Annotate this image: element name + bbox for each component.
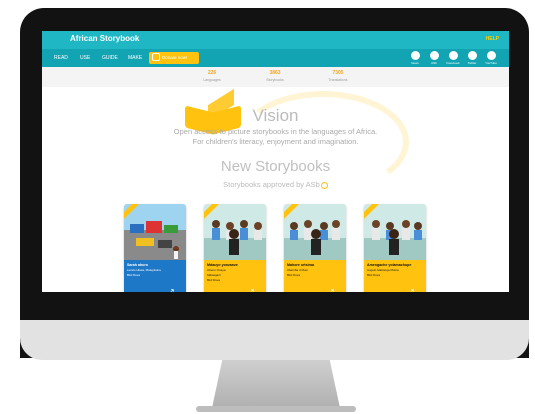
card-title: Mdauyo yonzanze bbox=[207, 263, 238, 267]
storybook-card[interactable]: Amengache yolamachupe Angelo Mabanga Mui… bbox=[364, 204, 426, 292]
card-author: Angelo Mabanga Muina bbox=[367, 268, 399, 272]
stat-label: Storybooks bbox=[266, 78, 284, 82]
subtitle-text: Storybooks approved by ASb bbox=[223, 180, 320, 189]
new-storybooks-heading: New Storybooks bbox=[220, 158, 331, 175]
read-icon[interactable]: ↗ bbox=[168, 287, 181, 292]
card-info: Sarah ahuro Lerato Hlasa, Mulepitsina Bi… bbox=[124, 260, 186, 292]
vision-heading: Vision bbox=[252, 106, 299, 125]
read-icon[interactable]: ↗ bbox=[328, 287, 341, 292]
nav-guide[interactable]: GUIDE bbox=[102, 55, 118, 61]
card-info: Amengache yolamachupe Angelo Mabanga Mui… bbox=[364, 260, 426, 292]
card-illustrator: Mdawgazi bbox=[207, 273, 221, 278]
news-icon bbox=[410, 51, 420, 60]
nav-read[interactable]: READ bbox=[54, 55, 68, 61]
monitor-chin bbox=[20, 320, 529, 360]
storybook-cover-illustration bbox=[204, 204, 266, 260]
stat-languages: 226 Languages bbox=[182, 70, 242, 82]
asb-link[interactable]: ASb bbox=[427, 51, 441, 65]
stat-label: Translations bbox=[328, 78, 348, 82]
stat-value: 3863 bbox=[269, 70, 281, 76]
donate-button[interactable]: Donate now! bbox=[149, 52, 199, 64]
read-icon[interactable]: ↗ bbox=[408, 287, 421, 292]
gift-icon bbox=[152, 53, 160, 61]
storybook-card[interactable]: Mahore ortsiroa Olamiba 4 Mum Bird Dues … bbox=[284, 204, 346, 292]
storybook-card[interactable]: Mdauyo yonzanze Otieno Onaya Mdawgazi Bi… bbox=[204, 204, 266, 292]
youtube-icon bbox=[486, 51, 496, 60]
nav-use[interactable]: USE bbox=[80, 55, 90, 61]
help-link[interactable]: HELP bbox=[486, 36, 499, 42]
card-author: Otieno Onaya bbox=[207, 268, 226, 272]
stat-storybooks: 3863 Storybooks bbox=[245, 70, 305, 82]
vision-line-1: Open access to picture storybooks in the… bbox=[173, 127, 378, 136]
card-publisher: Bird Dues bbox=[127, 273, 141, 278]
card-publisher: Bird Dues bbox=[287, 273, 301, 278]
site-header: African Storybook HELP bbox=[42, 31, 509, 49]
new-storybooks-subtitle: Storybooks approved by ASb bbox=[42, 180, 509, 189]
asb-logo-icon bbox=[320, 181, 328, 189]
storybook-cover-illustration bbox=[364, 204, 426, 260]
donate-label: Donate now! bbox=[162, 55, 188, 60]
card-publisher: Bird Dues bbox=[367, 273, 381, 278]
nav-make[interactable]: MAKE bbox=[128, 55, 142, 61]
card-info: Mdauyo yonzanze Otieno Onaya Mdawgazi Bi… bbox=[204, 260, 266, 292]
read-icon[interactable]: ↗ bbox=[248, 287, 261, 292]
news-label: News bbox=[411, 61, 419, 65]
card-author: Lerato Hlasa, Mulepitsina bbox=[127, 268, 161, 272]
stats-bar: 226 Languages 3863 Storybooks 7305 Trans… bbox=[42, 67, 509, 87]
asb-icon bbox=[429, 51, 439, 60]
news-link[interactable]: News bbox=[408, 51, 422, 65]
stat-value: 7305 bbox=[332, 70, 344, 76]
twitter-link[interactable]: Twitter bbox=[465, 51, 479, 65]
asb-label: ASb bbox=[431, 61, 437, 65]
main-nav: READ USE GUIDE MAKE Donate now! News ASb… bbox=[42, 49, 509, 67]
twitter-icon bbox=[467, 51, 477, 60]
stat-value: 226 bbox=[207, 70, 217, 76]
card-info: Mahore ortsiroa Olamiba 4 Mum Bird Dues … bbox=[284, 260, 346, 292]
stat-translations: 7305 Translations bbox=[308, 70, 368, 82]
storybook-cover-illustration bbox=[284, 204, 346, 260]
youtube-label: YouTube bbox=[485, 61, 497, 65]
twitter-label: Twitter bbox=[467, 61, 477, 65]
card-title: Mahore ortsiroa bbox=[287, 263, 315, 267]
facebook-link[interactable]: Facebook bbox=[446, 51, 460, 65]
facebook-label: Facebook bbox=[446, 61, 460, 65]
storybook-card[interactable]: Sarah ahuro Lerato Hlasa, Mulepitsina Bi… bbox=[124, 204, 186, 292]
storybook-cover-illustration bbox=[124, 204, 186, 260]
site-title[interactable]: African Storybook bbox=[70, 34, 139, 43]
browser-screen: African Storybook HELP READ USE GUIDE MA… bbox=[42, 31, 509, 292]
monitor-stand bbox=[212, 360, 340, 408]
vision-line-2: For children's literacy, enjoyment and i… bbox=[192, 137, 359, 146]
card-title: Amengache yolamachupe bbox=[367, 263, 412, 267]
card-publisher: Bird Dues bbox=[207, 278, 221, 283]
monitor-base bbox=[196, 406, 356, 412]
youtube-link[interactable]: YouTube bbox=[484, 51, 498, 65]
stat-label: Languages bbox=[203, 78, 221, 82]
card-title: Sarah ahuro bbox=[127, 263, 148, 267]
facebook-icon bbox=[448, 51, 458, 60]
card-author: Olamiba 4 Mum bbox=[287, 268, 309, 272]
